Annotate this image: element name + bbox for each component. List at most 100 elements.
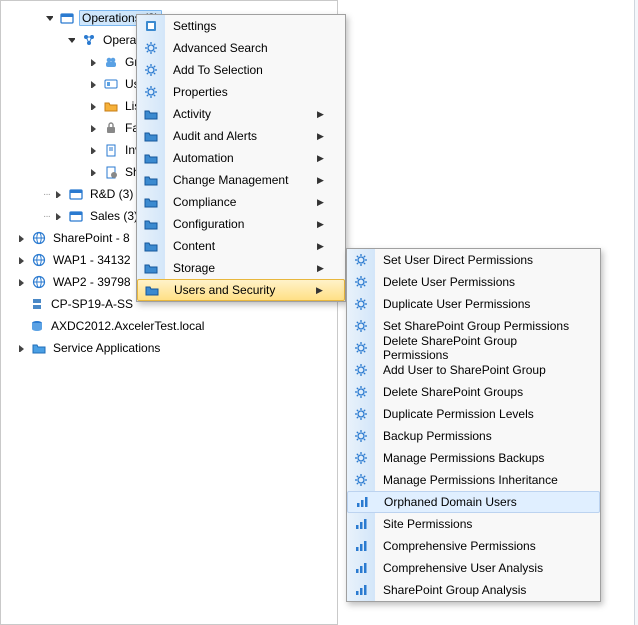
menu-label: Delete SharePoint Groups <box>375 385 582 399</box>
submenu-arrow-icon: ▶ <box>317 241 327 252</box>
submenu-users-security: Set User Direct Permissions Delete User … <box>346 248 601 602</box>
gear-icon <box>347 363 375 377</box>
menu-label: Set SharePoint Group Permissions <box>375 319 582 333</box>
expander-icon[interactable] <box>15 254 27 266</box>
expander-icon[interactable] <box>52 210 64 222</box>
menu-item-users-security[interactable]: Users and Security ▶ <box>137 279 345 301</box>
doc-icon <box>103 142 119 158</box>
menu-item-automation[interactable]: Automation ▶ <box>137 147 345 169</box>
menu-label: Comprehensive User Analysis <box>375 561 582 575</box>
tree-label[interactable]: CP-SP19-A-SS <box>49 297 135 311</box>
tree-label[interactable]: WAP2 - 39798 <box>51 275 133 289</box>
folder-icon <box>137 129 165 143</box>
card-icon <box>103 76 119 92</box>
menu-label: Delete SharePoint Group Permissions <box>375 334 582 362</box>
menu-item-manage-permissions-inheritance[interactable]: Manage Permissions Inheritance <box>347 469 600 491</box>
tree-label[interactable]: AXDC2012.AxcelerTest.local <box>49 319 206 333</box>
tree-label[interactable]: SharePoint - 8 <box>51 231 132 245</box>
submenu-arrow-icon: ▶ <box>317 219 327 230</box>
menu-label: Advanced Search <box>165 41 327 55</box>
menu-label: Manage Permissions Inheritance <box>375 473 582 487</box>
tree-node-svcapps[interactable]: Service Applications <box>9 337 337 359</box>
tree-label[interactable]: Sales (3) <box>88 209 140 223</box>
tree-node-axdc[interactable]: AXDC2012.AxcelerTest.local <box>9 315 337 337</box>
expander-icon[interactable] <box>87 100 99 112</box>
subsite-icon <box>81 32 97 48</box>
gear-icon <box>347 385 375 399</box>
globe-icon <box>31 274 47 290</box>
submenu-arrow-icon: ▶ <box>317 197 327 208</box>
menu-item-audit-alerts[interactable]: Audit and Alerts ▶ <box>137 125 345 147</box>
expander-icon[interactable] <box>43 12 55 24</box>
menu-label: Orphaned Domain Users <box>376 495 581 509</box>
menu-label: Delete User Permissions <box>375 275 582 289</box>
group-icon <box>103 54 119 70</box>
tree-label[interactable]: R&D (3) <box>88 187 135 201</box>
menu-item-change-management[interactable]: Change Management ▶ <box>137 169 345 191</box>
menu-item-delete-user-permissions[interactable]: Delete User Permissions <box>347 271 600 293</box>
expander-icon[interactable] <box>15 342 27 354</box>
app-icon <box>137 19 165 33</box>
site-icon <box>68 208 84 224</box>
menu-label: Users and Security <box>166 283 316 297</box>
menu-item-comprehensive-permissions[interactable]: Comprehensive Permissions <box>347 535 600 557</box>
expander-icon[interactable] <box>52 188 64 200</box>
gear-icon <box>347 275 375 289</box>
menu-label: Comprehensive Permissions <box>375 539 582 553</box>
menu-label: Storage <box>165 261 317 275</box>
gear-icon <box>137 63 165 77</box>
expander-icon[interactable] <box>87 56 99 68</box>
menu-label: Add User to SharePoint Group <box>375 363 582 377</box>
menu-item-settings[interactable]: Settings <box>137 15 345 37</box>
submenu-arrow-icon: ▶ <box>317 263 327 274</box>
expander-icon[interactable] <box>87 78 99 90</box>
menu-item-properties[interactable]: Properties <box>137 81 345 103</box>
menu-item-configuration[interactable]: Configuration ▶ <box>137 213 345 235</box>
submenu-arrow-icon: ▶ <box>317 153 327 164</box>
gear-icon <box>137 41 165 55</box>
menu-label: Content <box>165 239 317 253</box>
expander-icon[interactable] <box>15 232 27 244</box>
site-icon <box>59 10 75 26</box>
expander-icon[interactable] <box>87 144 99 156</box>
submenu-arrow-icon: ▶ <box>316 285 326 296</box>
menu-item-comprehensive-user-analysis[interactable]: Comprehensive User Analysis <box>347 557 600 579</box>
splitter[interactable] <box>634 0 638 625</box>
menu-item-backup-permissions[interactable]: Backup Permissions <box>347 425 600 447</box>
gear-icon <box>347 319 375 333</box>
menu-item-manage-permissions-backups[interactable]: Manage Permissions Backups <box>347 447 600 469</box>
menu-label: Set User Direct Permissions <box>375 253 582 267</box>
chart-icon <box>348 495 376 509</box>
menu-item-duplicate-user-permissions[interactable]: Duplicate User Permissions <box>347 293 600 315</box>
menu-item-delete-sp-group-permissions[interactable]: Delete SharePoint Group Permissions <box>347 337 600 359</box>
menu-item-site-permissions[interactable]: Site Permissions <box>347 513 600 535</box>
chart-icon <box>347 539 375 553</box>
expander-icon[interactable] <box>65 34 77 46</box>
menu-item-storage[interactable]: Storage ▶ <box>137 257 345 279</box>
menu-item-duplicate-permission-levels[interactable]: Duplicate Permission Levels <box>347 403 600 425</box>
menu-item-compliance[interactable]: Compliance ▶ <box>137 191 345 213</box>
expander-icon[interactable] <box>15 276 27 288</box>
gear-icon <box>347 297 375 311</box>
menu-item-add-user-sp-group[interactable]: Add User to SharePoint Group <box>347 359 600 381</box>
menu-label: Settings <box>165 19 327 33</box>
menu-item-content[interactable]: Content ▶ <box>137 235 345 257</box>
submenu-arrow-icon: ▶ <box>317 131 327 142</box>
menu-item-add-to-selection[interactable]: Add To Selection <box>137 59 345 81</box>
menu-label: Site Permissions <box>375 517 582 531</box>
menu-item-sharepoint-group-analysis[interactable]: SharePoint Group Analysis <box>347 579 600 601</box>
gear-icon <box>347 407 375 421</box>
tree-label[interactable]: Service Applications <box>51 341 162 355</box>
tree-label[interactable]: WAP1 - 34132 <box>51 253 133 267</box>
menu-item-set-user-direct-permissions[interactable]: Set User Direct Permissions <box>347 249 600 271</box>
folder-icon <box>137 239 165 253</box>
menu-item-activity[interactable]: Activity ▶ <box>137 103 345 125</box>
folder-icon <box>137 195 165 209</box>
menu-item-orphaned-domain-users[interactable]: Orphaned Domain Users <box>347 491 600 513</box>
menu-item-advanced-search[interactable]: Advanced Search <box>137 37 345 59</box>
expander-icon[interactable] <box>87 166 99 178</box>
menu-label: Backup Permissions <box>375 429 582 443</box>
folder-icon <box>137 107 165 121</box>
menu-item-delete-sp-groups[interactable]: Delete SharePoint Groups <box>347 381 600 403</box>
expander-icon[interactable] <box>87 122 99 134</box>
